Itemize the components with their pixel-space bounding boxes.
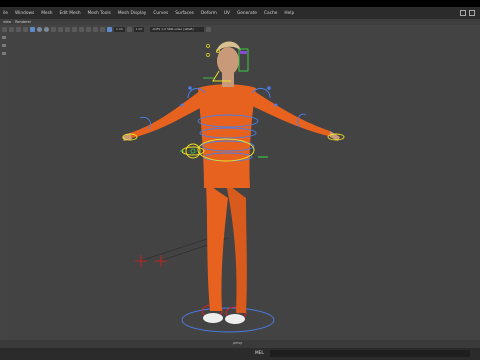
grid-icon[interactable] [23, 26, 28, 32]
menu-mesh-display[interactable]: Mesh Display [118, 11, 147, 16]
lock-camera-icon[interactable] [9, 26, 14, 32]
menu-mesh[interactable]: Mesh [41, 11, 52, 16]
gamma-icon[interactable] [126, 26, 132, 32]
viewport-left-strip [0, 33, 8, 348]
color-space-select[interactable]: ACES 1.0 SDR-video (sRGB) [150, 26, 205, 32]
right-arm-marker[interactable] [274, 103, 278, 107]
right-leg [226, 183, 247, 313]
menu-curves[interactable]: Curves [153, 11, 168, 16]
gamma-field[interactable]: 1.00 [133, 26, 145, 32]
command-input[interactable] [270, 350, 470, 357]
wireframe-icon[interactable] [30, 26, 35, 32]
strip-icon[interactable] [2, 52, 6, 55]
view-transform-icon[interactable] [206, 26, 212, 32]
right-clavicle-marker[interactable] [267, 86, 271, 90]
smooth-shade-icon[interactable] [37, 26, 42, 32]
menu-help[interactable]: Help [284, 11, 294, 16]
exposure-field[interactable]: 0.00 [114, 26, 125, 32]
right-shoe [225, 314, 245, 324]
mel-label[interactable]: MEL [255, 351, 264, 356]
strip-icon[interactable] [2, 36, 6, 39]
resolution-gate-icon[interactable] [79, 26, 84, 32]
isolate-icon[interactable] [72, 26, 77, 32]
menu-mesh-tools[interactable]: Mesh Tools [88, 11, 111, 16]
close-icon[interactable] [469, 10, 475, 16]
lights-icon[interactable] [51, 26, 56, 32]
main-menubar: ile Windows Mesh Edit Mesh Mesh Tools Me… [0, 7, 480, 19]
menu-file[interactable]: ile [3, 11, 8, 16]
xray-icon[interactable] [65, 26, 70, 32]
knee-pole-control[interactable] [135, 255, 167, 267]
strip-icon[interactable] [2, 44, 6, 47]
shadows-icon[interactable] [58, 26, 63, 32]
camera-label: persp [233, 341, 243, 345]
neck [222, 73, 234, 87]
face-control-handle[interactable] [240, 51, 247, 54]
select-camera-icon[interactable] [2, 26, 7, 32]
panel-menu-renderer[interactable]: Renderer [15, 20, 31, 24]
viewport-toolbar: 0.00 1.00 ACES 1.0 SDR-video (sRGB) [0, 25, 480, 33]
panel-menu-view[interactable]: view [3, 20, 11, 24]
window-controls [460, 10, 475, 16]
head [217, 47, 239, 75]
menu-windows[interactable]: Windows [15, 11, 34, 16]
command-line-bar: MEL [0, 348, 480, 360]
menu-edit-mesh[interactable]: Edit Mesh [60, 11, 81, 16]
bookmark-icon[interactable] [16, 26, 21, 32]
menu-deform[interactable]: Deform [201, 11, 217, 16]
gate-mask-icon[interactable] [86, 26, 91, 32]
minimize-icon[interactable] [460, 10, 466, 16]
safe-action-icon[interactable] [100, 26, 105, 32]
menu-generate[interactable]: Generate [237, 11, 257, 16]
menu-cache[interactable]: Cache [264, 11, 277, 16]
textured-icon[interactable] [44, 26, 49, 32]
title-strip [0, 0, 480, 7]
perspective-viewport[interactable] [0, 33, 480, 348]
left-clavicle-marker[interactable] [188, 86, 192, 90]
field-chart-icon[interactable] [93, 26, 98, 32]
eye-aim-control[interactable] [206, 44, 210, 48]
eye-aim-control[interactable] [206, 53, 210, 57]
menu-surfaces[interactable]: Surfaces [175, 11, 194, 16]
left-arm-sleeve [128, 91, 206, 139]
left-arm-marker[interactable] [180, 103, 184, 107]
viewport-footer: persp [0, 340, 480, 348]
maya-window: ile Windows Mesh Edit Mesh Mesh Tools Me… [0, 0, 480, 360]
viewport-scene [3, 36, 345, 333]
menu-uv[interactable]: UV [224, 11, 230, 16]
right-arm-sleeve [250, 91, 332, 137]
exposure-icon[interactable] [107, 26, 112, 32]
left-leg [206, 183, 228, 311]
left-shoe [203, 313, 223, 323]
